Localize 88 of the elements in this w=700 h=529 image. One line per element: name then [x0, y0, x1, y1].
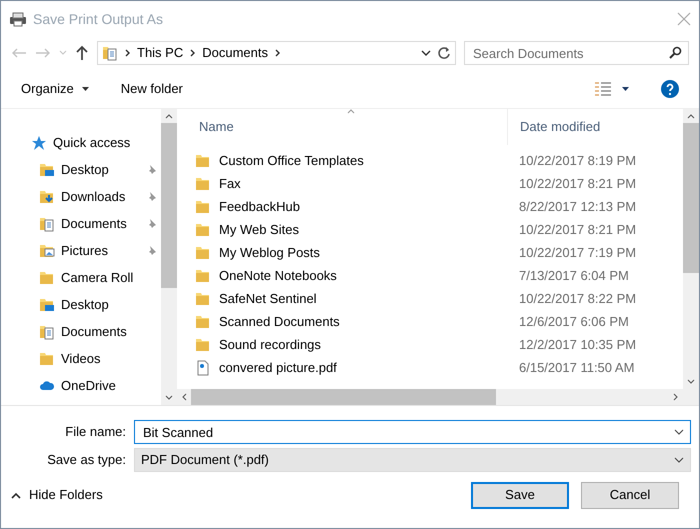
dialog-button[interactable]: Cancel — [581, 482, 679, 508]
date-cell-text: 6/15/2017 11:50 AM — [518, 358, 634, 377]
scrollbar-thumb[interactable] — [191, 389, 496, 405]
file-name[interactable]: My Web Sites — [219, 220, 299, 240]
dropdown-caret-icon — [674, 429, 684, 435]
date-cell-text: 12/2/2017 10:35 PM — [518, 336, 636, 354]
sidebar-item[interactable]: Downloads — [61, 186, 139, 206]
chevron-icon — [124, 49, 131, 57]
breadcrumb[interactable]: Documents — [202, 43, 268, 63]
chevron-icon — [189, 49, 196, 57]
date-cell-text: 10/22/2017 7:19 PM — [518, 244, 636, 262]
dropdown-caret-icon — [674, 457, 684, 463]
date-cell-text: 10/22/2017 8:22 PM — [518, 290, 636, 308]
field-label: Save as type: — [46, 451, 127, 470]
chevron-up-icon — [11, 492, 21, 498]
folder-icon — [195, 290, 211, 306]
folder-icon — [195, 268, 211, 284]
star-icon — [31, 134, 47, 150]
folder-document-icon — [39, 216, 55, 232]
sidebar-item[interactable]: Desktop — [61, 160, 139, 180]
sidebar-item[interactable]: Documents — [61, 322, 157, 342]
folder-icon — [39, 350, 55, 366]
search-box[interactable]: Search Documents — [464, 41, 689, 65]
date-cell-text: 12/6/2017 6:06 PM — [518, 312, 629, 331]
folder-icon — [195, 336, 211, 352]
dialog-button[interactable]: Save — [471, 482, 569, 508]
folder-icon — [195, 198, 211, 214]
folder-desktop-icon — [39, 296, 55, 312]
column-header[interactable]: Name — [199, 117, 234, 137]
sort-caret-icon — [347, 109, 355, 114]
file-name[interactable]: Scanned Documents — [219, 312, 340, 332]
file-name[interactable]: Sound recordings — [219, 334, 321, 354]
file-type-dropdown[interactable]: PDF Document (*.pdf) — [134, 448, 691, 472]
scrollbar-thumb[interactable] — [683, 123, 699, 273]
file-name[interactable]: FeedbackHub — [219, 196, 300, 216]
address-bar[interactable]: This PC Documents — [97, 41, 456, 65]
sidebar-item[interactable]: Documents — [61, 214, 139, 234]
sidebar-item[interactable]: Camera Roll — [61, 268, 157, 288]
file-name[interactable]: SafeNet Sentinel — [219, 288, 317, 308]
hide-folders-button[interactable]: Hide Folders — [11, 485, 103, 505]
sidebar-item[interactable]: Pictures — [61, 240, 139, 260]
file-name[interactable]: Custom Office Templates — [219, 150, 364, 170]
chevron-icon — [274, 49, 281, 57]
folder-document-icon — [39, 324, 55, 340]
vertical-scrollbar[interactable] — [683, 109, 699, 389]
folder-icon — [39, 270, 55, 286]
folder-document-icon — [102, 45, 118, 61]
folder-icon — [195, 176, 211, 192]
column-header[interactable]: Date modified — [520, 117, 600, 137]
sidebar-item[interactable]: Videos — [61, 348, 157, 368]
window-title: Save Print Output As — [33, 10, 163, 29]
file-name[interactable]: OneNote Notebooks — [219, 266, 337, 286]
sidebar-item[interactable]: Desktop — [61, 294, 157, 314]
view-details-icon[interactable] — [594, 80, 612, 96]
breadcrumb[interactable]: This PC — [137, 43, 184, 63]
up-arrow-icon[interactable] — [75, 45, 89, 61]
sidebar-item[interactable]: Quick access — [53, 132, 157, 152]
horizontal-scrollbar[interactable] — [177, 389, 699, 405]
search-field[interactable]: Search Documents — [471, 42, 668, 64]
organize-button[interactable]: Organize — [21, 78, 89, 98]
date-cell-text: 10/22/2017 8:21 PM — [518, 174, 636, 193]
folder-icon — [195, 314, 211, 330]
file-name[interactable]: My Weblog Posts — [219, 242, 320, 262]
scrollbar-thumb[interactable] — [161, 123, 177, 288]
folder-icon — [195, 222, 211, 238]
folder-desktop-icon — [39, 162, 55, 178]
document-icon — [195, 360, 211, 376]
date-cell-text: 8/22/2017 12:13 PM — [518, 198, 636, 216]
refresh-icon[interactable] — [437, 46, 451, 60]
folder-icon — [195, 244, 211, 260]
caret-icon — [82, 86, 89, 90]
date-cell-text: 7/13/2017 6:04 PM — [518, 266, 629, 285]
folder-download-icon — [39, 188, 55, 204]
search-icon[interactable] — [668, 46, 682, 60]
sidebar-item[interactable]: OneDrive — [61, 376, 157, 396]
folder-picture-icon — [39, 242, 55, 258]
vertical-scrollbar[interactable] — [161, 109, 177, 405]
new-folder-button[interactable]: New folder — [120, 78, 183, 98]
date-cell-text: 10/22/2017 8:19 PM — [518, 152, 636, 170]
caret-icon[interactable] — [622, 86, 629, 90]
field-label: File name: — [64, 423, 127, 442]
folder-icon — [195, 152, 211, 168]
date-cell-text: 10/22/2017 8:21 PM — [518, 220, 636, 239]
file-name[interactable]: Fax — [219, 174, 241, 194]
printer-icon — [9, 11, 27, 27]
file-name[interactable]: convered picture.pdf — [219, 358, 337, 378]
dropdown-caret-icon[interactable] — [421, 50, 431, 56]
help-icon[interactable] — [661, 80, 679, 98]
